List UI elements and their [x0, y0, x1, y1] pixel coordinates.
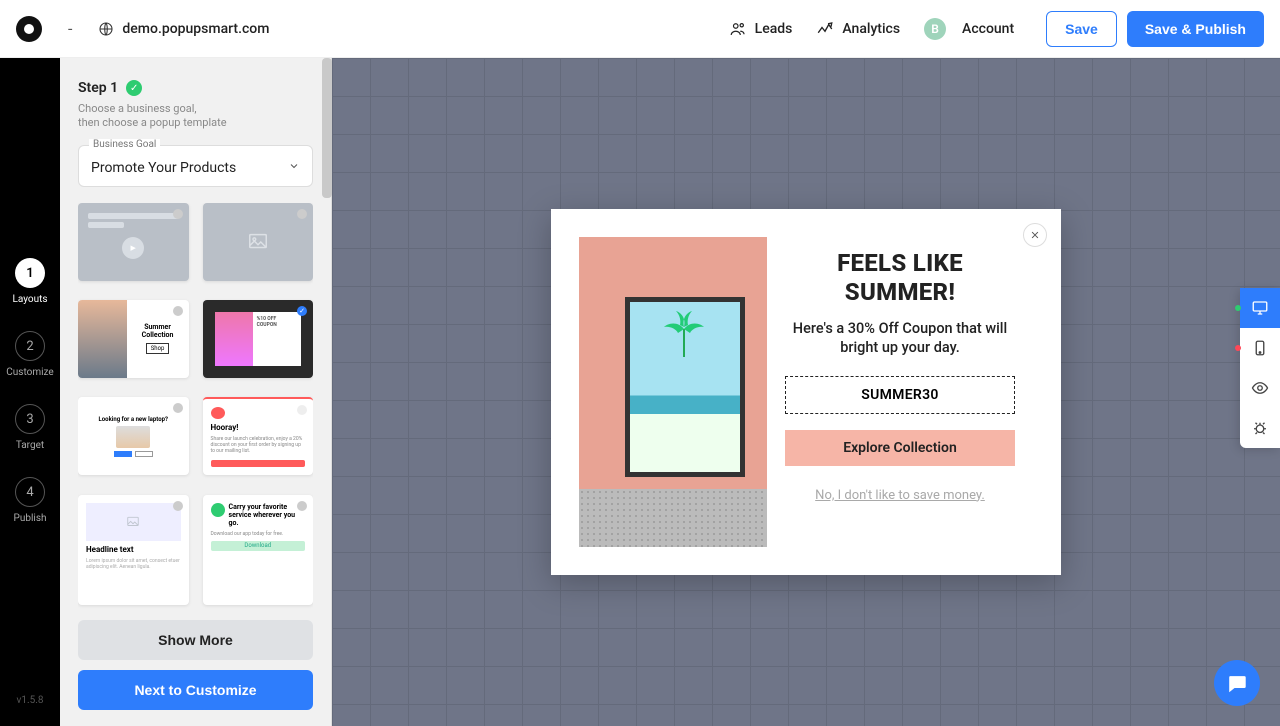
template-hooray[interactable]: Hooray!Share our launch celebration, enj… — [203, 397, 314, 475]
topbar: - demo.popupsmart.com Leads Analytics B … — [0, 0, 1280, 58]
template-coupon-selected[interactable]: ✓ %10 OFF COUPON — [203, 300, 314, 378]
leads-icon — [729, 20, 747, 38]
chat-icon — [1226, 672, 1248, 694]
popup-description: Here's a 30% Off Coupon that will bright… — [785, 319, 1015, 358]
app-version: v1.5.8 — [17, 695, 44, 706]
canvas[interactable]: FEELS LIKESUMMER! Here's a 30% Off Coupo… — [332, 58, 1280, 726]
chevron-down-icon — [288, 160, 300, 172]
debug-button[interactable] — [1240, 408, 1280, 448]
preview-button[interactable] — [1240, 368, 1280, 408]
palm-icon — [659, 309, 709, 359]
template-carry-service[interactable]: Carry your favorite service wherever you… — [203, 495, 314, 605]
popup-coupon-code[interactable]: SUMMER30 — [785, 376, 1015, 414]
device-mobile-button[interactable] — [1240, 328, 1280, 368]
business-goal-value: Promote Your Products — [91, 160, 300, 176]
status-dot-red — [1235, 345, 1241, 351]
show-more-button[interactable]: Show More — [78, 620, 313, 660]
rail-step-label: Layouts — [12, 294, 47, 305]
save-publish-button[interactable]: Save & Publish — [1127, 11, 1264, 47]
mobile-icon — [1251, 339, 1269, 357]
rail-step-number: 1 — [15, 258, 45, 288]
device-toolbar — [1240, 288, 1280, 448]
layout-panel: Step 1 ✓ Choose a business goal,then cho… — [60, 58, 332, 726]
rail-step-publish[interactable]: 4 Publish — [14, 477, 47, 524]
template-grid: ▶ Summer CollectionShop ✓ %10 OFF COUPON… — [78, 203, 313, 610]
rail-step-target[interactable]: 3 Target — [15, 404, 45, 451]
status-dot-green — [1235, 305, 1241, 311]
analytics-label: Analytics — [842, 21, 900, 37]
analytics-icon — [816, 20, 834, 38]
panel-step-desc: Choose a business goal,then choose a pop… — [78, 102, 313, 131]
leads-link[interactable]: Leads — [729, 20, 793, 38]
save-button[interactable]: Save — [1046, 11, 1117, 47]
business-goal-select[interactable]: Business Goal Promote Your Products — [78, 145, 313, 187]
left-rail: 1 Layouts 2 Customize 3 Target 4 Publish… — [0, 58, 60, 726]
template-headline[interactable]: Headline textLorem ipsum dolor sit amet,… — [78, 495, 189, 605]
rail-step-layouts[interactable]: 1 Layouts — [12, 258, 47, 305]
leads-label: Leads — [755, 21, 793, 37]
rail-step-number: 4 — [15, 477, 45, 507]
account-link[interactable]: B Account — [924, 18, 1014, 40]
template-video[interactable]: ▶ — [78, 203, 189, 281]
panel-step-title: Step 1 — [78, 80, 118, 96]
analytics-link[interactable]: Analytics — [816, 20, 900, 38]
campaign-name-placeholder: - — [68, 19, 72, 38]
popup-close-button[interactable] — [1023, 223, 1047, 247]
selected-check-icon: ✓ — [297, 306, 307, 316]
panel-scrollbar[interactable] — [322, 58, 332, 198]
chat-fab[interactable] — [1214, 660, 1260, 706]
rail-step-label: Target — [16, 440, 44, 451]
brand-logo[interactable] — [16, 16, 42, 42]
template-summer-collection[interactable]: Summer CollectionShop — [78, 300, 189, 378]
bug-icon — [1251, 419, 1269, 437]
globe-icon — [98, 21, 114, 37]
eye-icon — [1251, 379, 1269, 397]
avatar: B — [924, 18, 946, 40]
rail-step-number: 2 — [15, 331, 45, 361]
device-desktop-button[interactable] — [1240, 288, 1280, 328]
account-label: Account — [962, 21, 1014, 37]
popup-preview: FEELS LIKESUMMER! Here's a 30% Off Coupo… — [551, 209, 1061, 575]
business-goal-label: Business Goal — [89, 139, 160, 150]
close-icon — [1030, 230, 1040, 240]
popup-decline-link[interactable]: No, I don't like to save money. — [815, 488, 985, 503]
rail-step-customize[interactable]: 2 Customize — [6, 331, 53, 378]
rail-step-number: 3 — [15, 404, 45, 434]
rail-step-label: Publish — [14, 513, 47, 524]
template-image[interactable] — [203, 203, 314, 281]
next-to-customize-button[interactable]: Next to Customize — [78, 670, 313, 710]
site-url[interactable]: demo.popupsmart.com — [122, 21, 269, 37]
check-icon: ✓ — [126, 80, 142, 96]
rail-step-label: Customize — [6, 367, 53, 378]
popup-title: FEELS LIKESUMMER! — [837, 249, 963, 307]
play-icon: ▶ — [122, 237, 144, 259]
popup-image — [579, 237, 767, 547]
popup-cta-button[interactable]: Explore Collection — [785, 430, 1015, 466]
desktop-icon — [1251, 299, 1269, 317]
image-icon — [244, 231, 272, 253]
template-laptop[interactable]: Looking for a new laptop? — [78, 397, 189, 475]
image-icon — [124, 515, 142, 529]
